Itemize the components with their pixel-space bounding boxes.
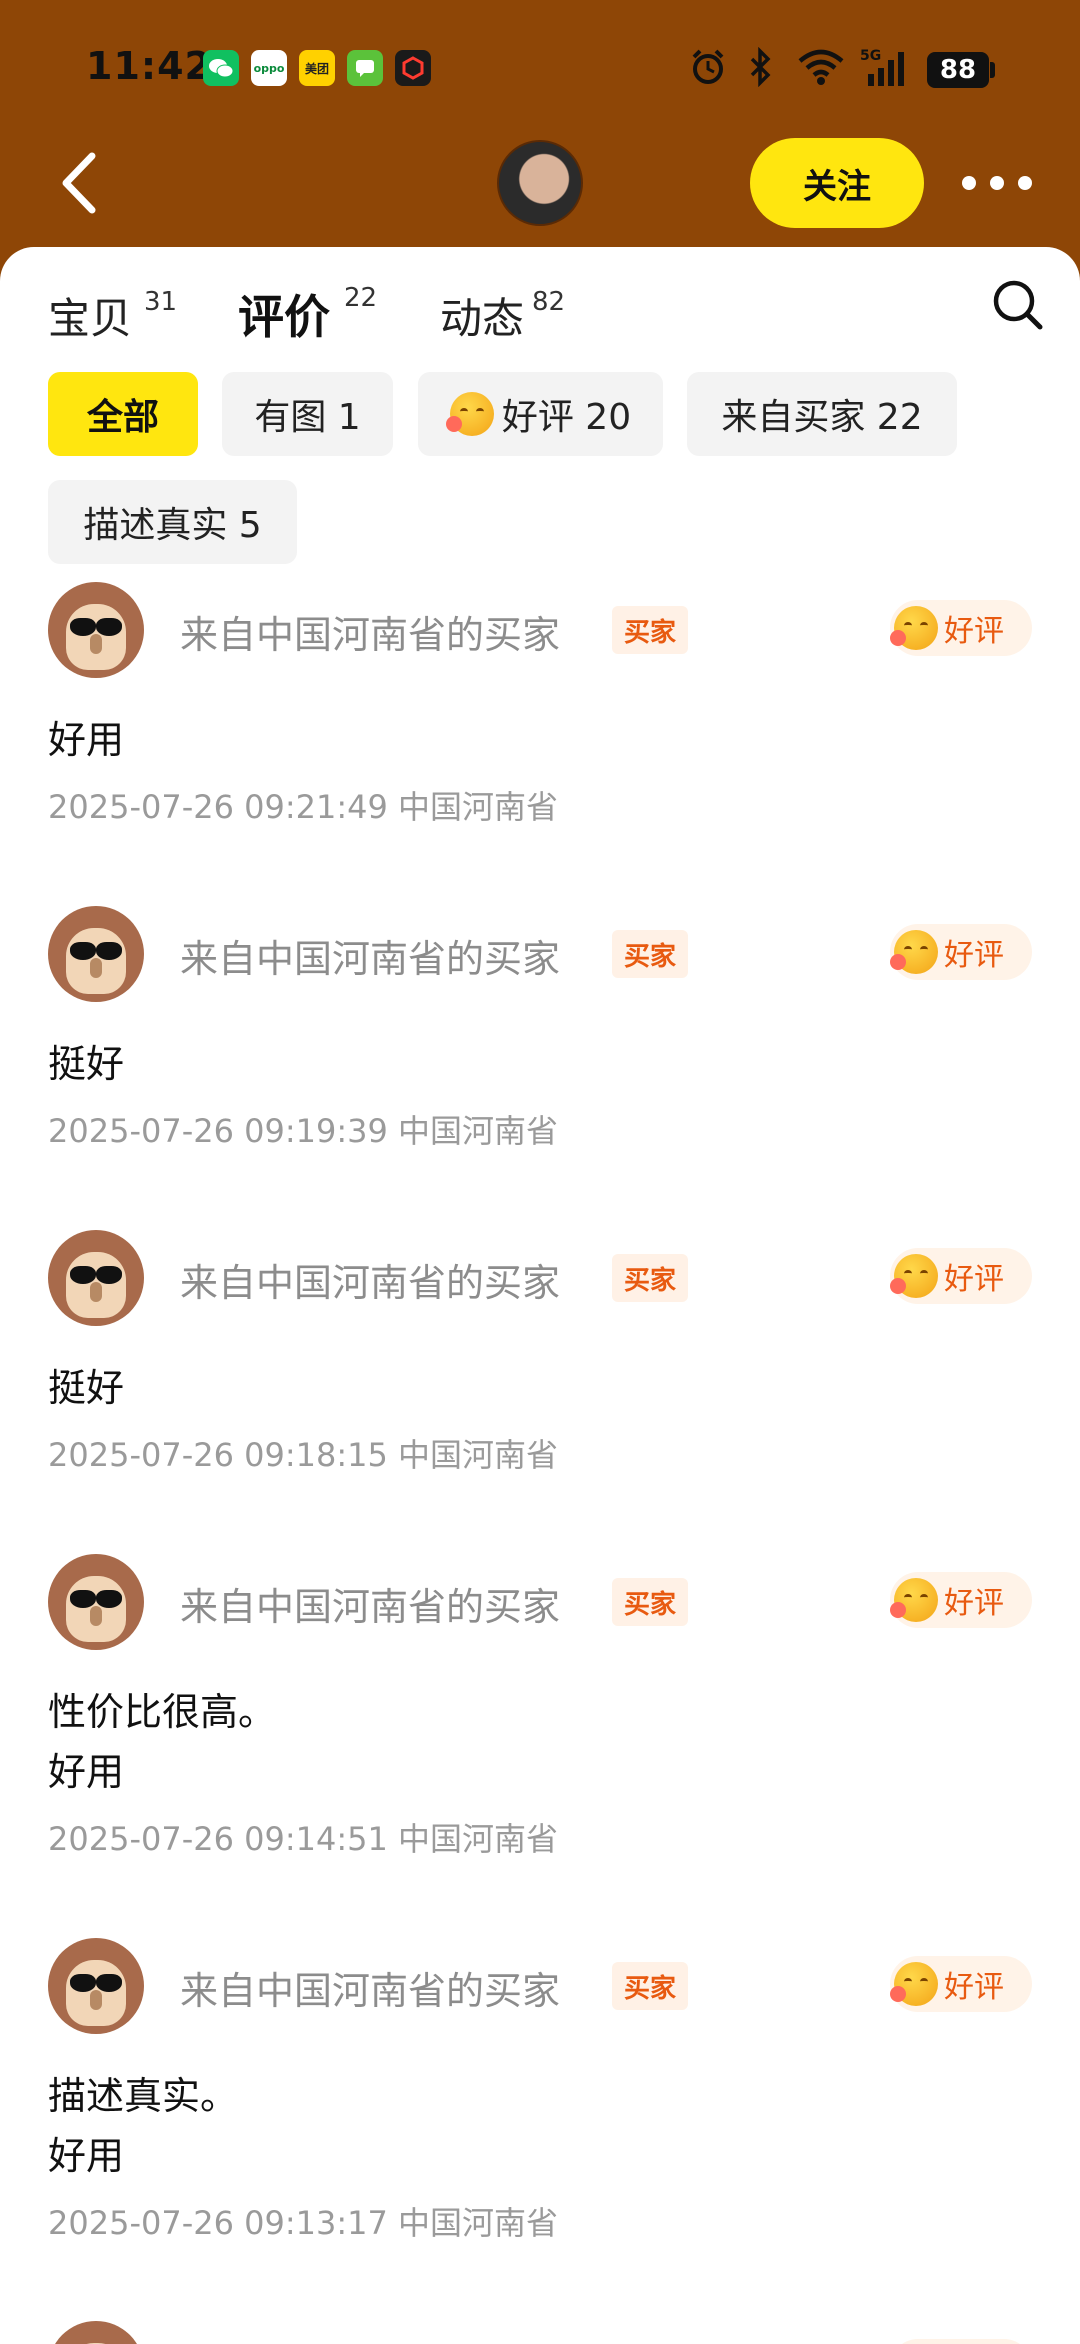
app-notification-icon — [395, 50, 431, 86]
good-rating-badge: 好评 — [890, 1956, 1032, 2012]
filter-all[interactable]: 全部 — [48, 372, 198, 456]
good-rating-badge: 好评 — [890, 1572, 1032, 1628]
good-rating-badge: 好评 — [890, 924, 1032, 980]
seller-avatar[interactable] — [497, 140, 583, 226]
more-dot-icon — [1018, 176, 1032, 190]
buyer-badge: 买家 — [612, 1962, 689, 2010]
content-sheet: 宝贝 31 评价 22 动态 82 全部 有图 1 好评 20 来自买家 22 … — [0, 247, 1080, 2344]
rating-label: 好评 — [944, 1262, 1004, 1297]
reviewer-name[interactable]: 来自中国河南省的买家 — [180, 928, 560, 983]
review-text-line: 好用 — [48, 2134, 125, 2178]
filter-accurate-description[interactable]: 描述真实 5 — [48, 480, 297, 564]
chevron-left-icon — [62, 152, 96, 214]
search-button[interactable] — [990, 277, 1046, 333]
good-rating-badge — [890, 2339, 1032, 2344]
rating-label: 好评 — [944, 1970, 1004, 2005]
buyer-badge: 买家 — [612, 1578, 689, 1626]
bluetooth-icon — [746, 46, 776, 88]
blushing-face-icon — [890, 606, 938, 650]
reviewer-avatar[interactable] — [48, 1230, 144, 1326]
tab-reviews-count: 22 — [344, 283, 378, 313]
blushing-face-icon — [890, 1254, 938, 1298]
tab-moments[interactable]: 动态 82 — [440, 285, 565, 365]
blushing-face-icon — [890, 930, 938, 974]
reviewer-avatar[interactable] — [48, 2321, 144, 2344]
review-text-line: 好用 — [48, 1750, 125, 1794]
more-dot-icon — [962, 176, 976, 190]
rating-label: 好评 — [944, 614, 1004, 649]
tab-moments-label: 动态 — [440, 294, 525, 343]
battery-tip — [990, 62, 995, 78]
buyer-badge: 买家 — [612, 930, 689, 978]
review-text: 挺好 — [48, 1042, 125, 1086]
tab-items[interactable]: 宝贝 31 — [48, 285, 177, 365]
reviewer-name[interactable]: 来自中国河南省的买家 — [180, 1960, 560, 2015]
more-options-button[interactable] — [962, 160, 1032, 206]
tab-reviews[interactable]: 评价 22 — [238, 281, 377, 361]
back-button[interactable] — [56, 150, 106, 216]
reviewer-name[interactable]: 来自中国河南省的买家 — [180, 1576, 560, 1631]
tab-bar: 宝贝 31 评价 22 动态 82 — [48, 277, 1048, 357]
reviewer-name[interactable]: 来自中国河南省的买家 — [180, 604, 560, 659]
review-text-line: 性价比很高。 — [48, 1690, 277, 1734]
review-meta: 2025-07-26 09:18:15 中国河南省 — [48, 1436, 559, 1474]
alarm-icon — [688, 46, 728, 88]
cellular-signal-icon: 5G — [858, 46, 912, 88]
wifi-icon — [796, 46, 846, 88]
filter-good[interactable]: 好评 20 — [418, 372, 663, 456]
blushing-face-icon — [445, 392, 494, 436]
follow-button[interactable]: 关注 — [750, 138, 924, 228]
reviewer-avatar[interactable] — [48, 906, 144, 1002]
messages-icon — [347, 50, 383, 86]
meituan-icon: 美团 — [299, 50, 335, 86]
review-meta: 2025-07-26 09:14:51 中国河南省 — [48, 1820, 559, 1858]
tab-items-count: 31 — [144, 287, 178, 317]
review-text: 挺好 — [48, 1366, 125, 1410]
oppo-app-icon: oppo — [251, 50, 287, 86]
good-rating-badge: 好评 — [890, 600, 1032, 656]
reviewer-avatar[interactable] — [48, 1554, 144, 1650]
blushing-face-icon — [890, 1578, 938, 1622]
review-meta: 2025-07-26 09:13:17 中国河南省 — [48, 2204, 559, 2242]
tab-moments-count: 82 — [532, 287, 566, 317]
more-dot-icon — [990, 176, 1004, 190]
battery-level: 88 — [927, 52, 989, 88]
review-text: 描述真实。 好用 — [48, 2066, 238, 2186]
reviewer-name[interactable]: 来自中国河南省的买家 — [180, 1252, 560, 1307]
tab-reviews-label: 评价 — [238, 281, 330, 347]
buyer-badge: 买家 — [612, 606, 689, 654]
wechat-icon — [203, 50, 239, 86]
review-meta: 2025-07-26 09:19:39 中国河南省 — [48, 1112, 559, 1150]
network-type-label: 5G — [860, 48, 881, 64]
review-text: 性价比很高。 好用 — [48, 1682, 276, 1802]
blushing-face-icon — [890, 1962, 938, 2006]
filter-good-label: 好评 20 — [501, 397, 632, 438]
reviewer-avatar[interactable] — [48, 1938, 144, 2034]
buyer-badge: 买家 — [612, 1254, 689, 1302]
reviewer-avatar[interactable] — [48, 582, 144, 678]
review-meta: 2025-07-26 09:21:49 中国河南省 — [48, 788, 559, 826]
filter-from-buyer[interactable]: 来自买家 22 — [687, 372, 957, 456]
status-bar: 11:42 oppo 美团 5G 88 — [0, 0, 1080, 140]
good-rating-badge: 好评 — [890, 1248, 1032, 1304]
rating-label: 好评 — [944, 938, 1004, 973]
review-text-line: 描述真实。 — [48, 2074, 239, 2118]
search-icon — [993, 280, 1043, 330]
tab-items-label: 宝贝 — [48, 294, 133, 343]
status-time: 11:42 — [86, 44, 212, 88]
filter-with-image[interactable]: 有图 1 — [222, 372, 393, 456]
review-text: 好用 — [48, 718, 125, 762]
rating-label: 好评 — [944, 1586, 1004, 1621]
